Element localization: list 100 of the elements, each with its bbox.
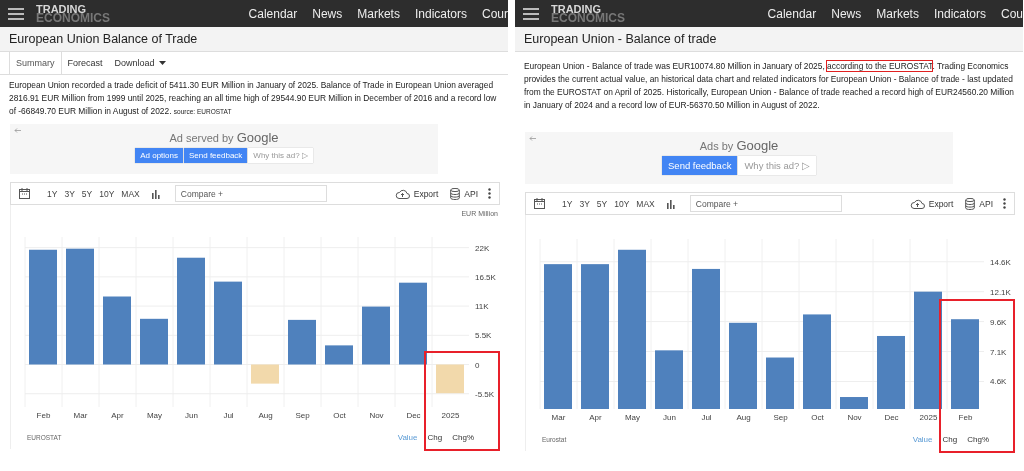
axis-tick-label: 16.5K [475, 272, 496, 282]
axis-category-label: Jun [185, 411, 198, 420]
bar [325, 345, 353, 365]
bar-chart-icon[interactable] [150, 188, 161, 199]
axis-tick-label: 4.6K [990, 377, 1007, 387]
database-icon [450, 187, 461, 200]
bar [288, 319, 316, 365]
nav-link[interactable]: Cou [1001, 6, 1023, 21]
calendar-icon[interactable] [534, 198, 545, 209]
mode-link[interactable]: Chg% [965, 434, 991, 444]
range-button[interactable]: 5Y [78, 188, 96, 199]
ad-button[interactable]: Send feedback [184, 148, 248, 163]
axis-tick-label: 12.1K [990, 287, 1011, 297]
axis-category-label: Jun [663, 413, 676, 422]
nav-link[interactable]: Calendar [767, 6, 817, 21]
ad-heading: Ad served by Google [169, 130, 279, 145]
ad-heading: Ads by Google [699, 138, 779, 153]
axis-tick-label: 5.5K [475, 331, 492, 341]
more-options-icon[interactable] [1003, 198, 1006, 209]
range-button[interactable]: 1Y [44, 188, 61, 199]
axis-category-label: Dec [884, 413, 899, 422]
range-button[interactable]: 10Y [611, 198, 633, 209]
axis-category-label: Oct [811, 413, 824, 422]
range-button[interactable]: 3Y [61, 188, 78, 199]
axis-tick-label: 11K [475, 302, 489, 312]
axis-category-label: Feb [958, 413, 973, 422]
axis-category-label: Mar [73, 411, 88, 420]
axis-category-label: Jul [701, 413, 712, 422]
nav-link[interactable]: Markets [357, 6, 400, 21]
range-button[interactable]: 3Y [576, 198, 593, 209]
axis-category-label: Apr [589, 413, 602, 422]
axis-category-label: Oct [333, 411, 346, 420]
bar [840, 397, 868, 409]
menu-icon[interactable] [8, 7, 24, 20]
bar-chart-icon[interactable] [665, 198, 676, 209]
axis-tick-label: 7.1K [990, 347, 1007, 357]
axis-tick-label: 22K [475, 243, 490, 253]
api-button[interactable]: API [448, 187, 480, 200]
bar [103, 296, 131, 365]
nav-link[interactable]: Markets [876, 6, 919, 21]
nav-link[interactable]: Indicators [933, 6, 986, 21]
export-button[interactable]: Export [907, 198, 956, 209]
axis-category-label: 2025 [919, 413, 938, 422]
tab[interactable]: Summary [9, 52, 62, 74]
mode-link[interactable]: Chg% [450, 432, 476, 442]
page-title: European Union Balance of Trade [9, 32, 198, 46]
description-paragraph: European Union - Balance of trade was EUR10074.80 Million in January of 2025, according to the EUROSTAT. Trading Economics provides the current actual value, an historical data chart and related indicators for European Union - Balance of trade - last updated from the EUROSTAT on April of 2025. Historically, European Union - Balance of trade reached a record high of EUR24560.20 Million in January of 2024 and a record low of EUR-56370.50 Million in August of 2022. [524, 60, 1015, 112]
nav-link[interactable]: Cour [482, 6, 508, 21]
more-options-icon[interactable] [488, 188, 491, 199]
axis-tick-label: 0 [475, 360, 480, 370]
cloud-upload-icon [394, 188, 410, 199]
axis-category-label: Aug [258, 411, 273, 420]
cloud-upload-icon [909, 198, 925, 209]
database-icon [965, 197, 976, 210]
compare-field[interactable]: Compare + [689, 195, 842, 212]
axis-category-label: Sep [295, 411, 310, 420]
axis-category-label: May [146, 411, 163, 420]
range-button[interactable]: 1Y [559, 198, 576, 209]
mode-link[interactable]: Chg [425, 432, 445, 442]
export-button[interactable]: Export [392, 188, 441, 199]
ad-button[interactable]: Send feedback [662, 156, 738, 175]
api-button[interactable]: API [963, 197, 995, 210]
range-button[interactable]: 5Y [593, 198, 611, 209]
bar [766, 357, 794, 409]
site-logo[interactable]: TRADING ECONOMICS [551, 4, 625, 23]
axis-category-label: Jul [223, 411, 234, 420]
bar [655, 350, 683, 409]
nav-link[interactable]: Calendar [248, 6, 298, 21]
axis-category-label: Aug [736, 413, 751, 422]
axis-category-label: 2025 [441, 411, 460, 420]
site-logo[interactable]: TRADING ECONOMICS [36, 4, 110, 23]
axis-category-label: Feb [36, 411, 51, 420]
range-button[interactable]: MAX [633, 198, 658, 209]
axis-category-label: Nov [369, 411, 384, 420]
nav-link[interactable]: Indicators [414, 6, 467, 21]
axis-tick-label: 14.6K [990, 257, 1011, 267]
ad-button[interactable]: Ad options [135, 148, 183, 163]
axis-tick-label: 9.6K [990, 317, 1007, 327]
menu-icon[interactable] [523, 7, 539, 20]
axis-category-label: May [624, 413, 641, 422]
axis-tick-label: -5.5K [475, 389, 495, 399]
nav-link[interactable]: News [831, 6, 862, 21]
axis-category-label: Nov [847, 413, 862, 422]
compare-field[interactable]: Compare + [174, 185, 327, 202]
page-title: European Union - Balance of trade [524, 32, 717, 46]
axis-category-label: Dec [406, 411, 421, 420]
axis-category-label: Apr [111, 411, 124, 420]
axis-category-label: Mar [551, 413, 566, 422]
axis-category-label: Sep [773, 413, 788, 422]
tab[interactable]: Download [108, 52, 172, 74]
bar [140, 318, 168, 365]
bar [251, 364, 279, 384]
tab[interactable]: Forecast [61, 52, 109, 74]
range-button[interactable]: 10Y [96, 188, 118, 199]
nav-link[interactable]: News [312, 6, 343, 21]
bar [362, 306, 390, 365]
bar [436, 364, 464, 394]
calendar-icon[interactable] [19, 188, 30, 199]
range-button[interactable]: MAX [118, 188, 143, 199]
mode-link[interactable]: Chg [940, 434, 960, 444]
